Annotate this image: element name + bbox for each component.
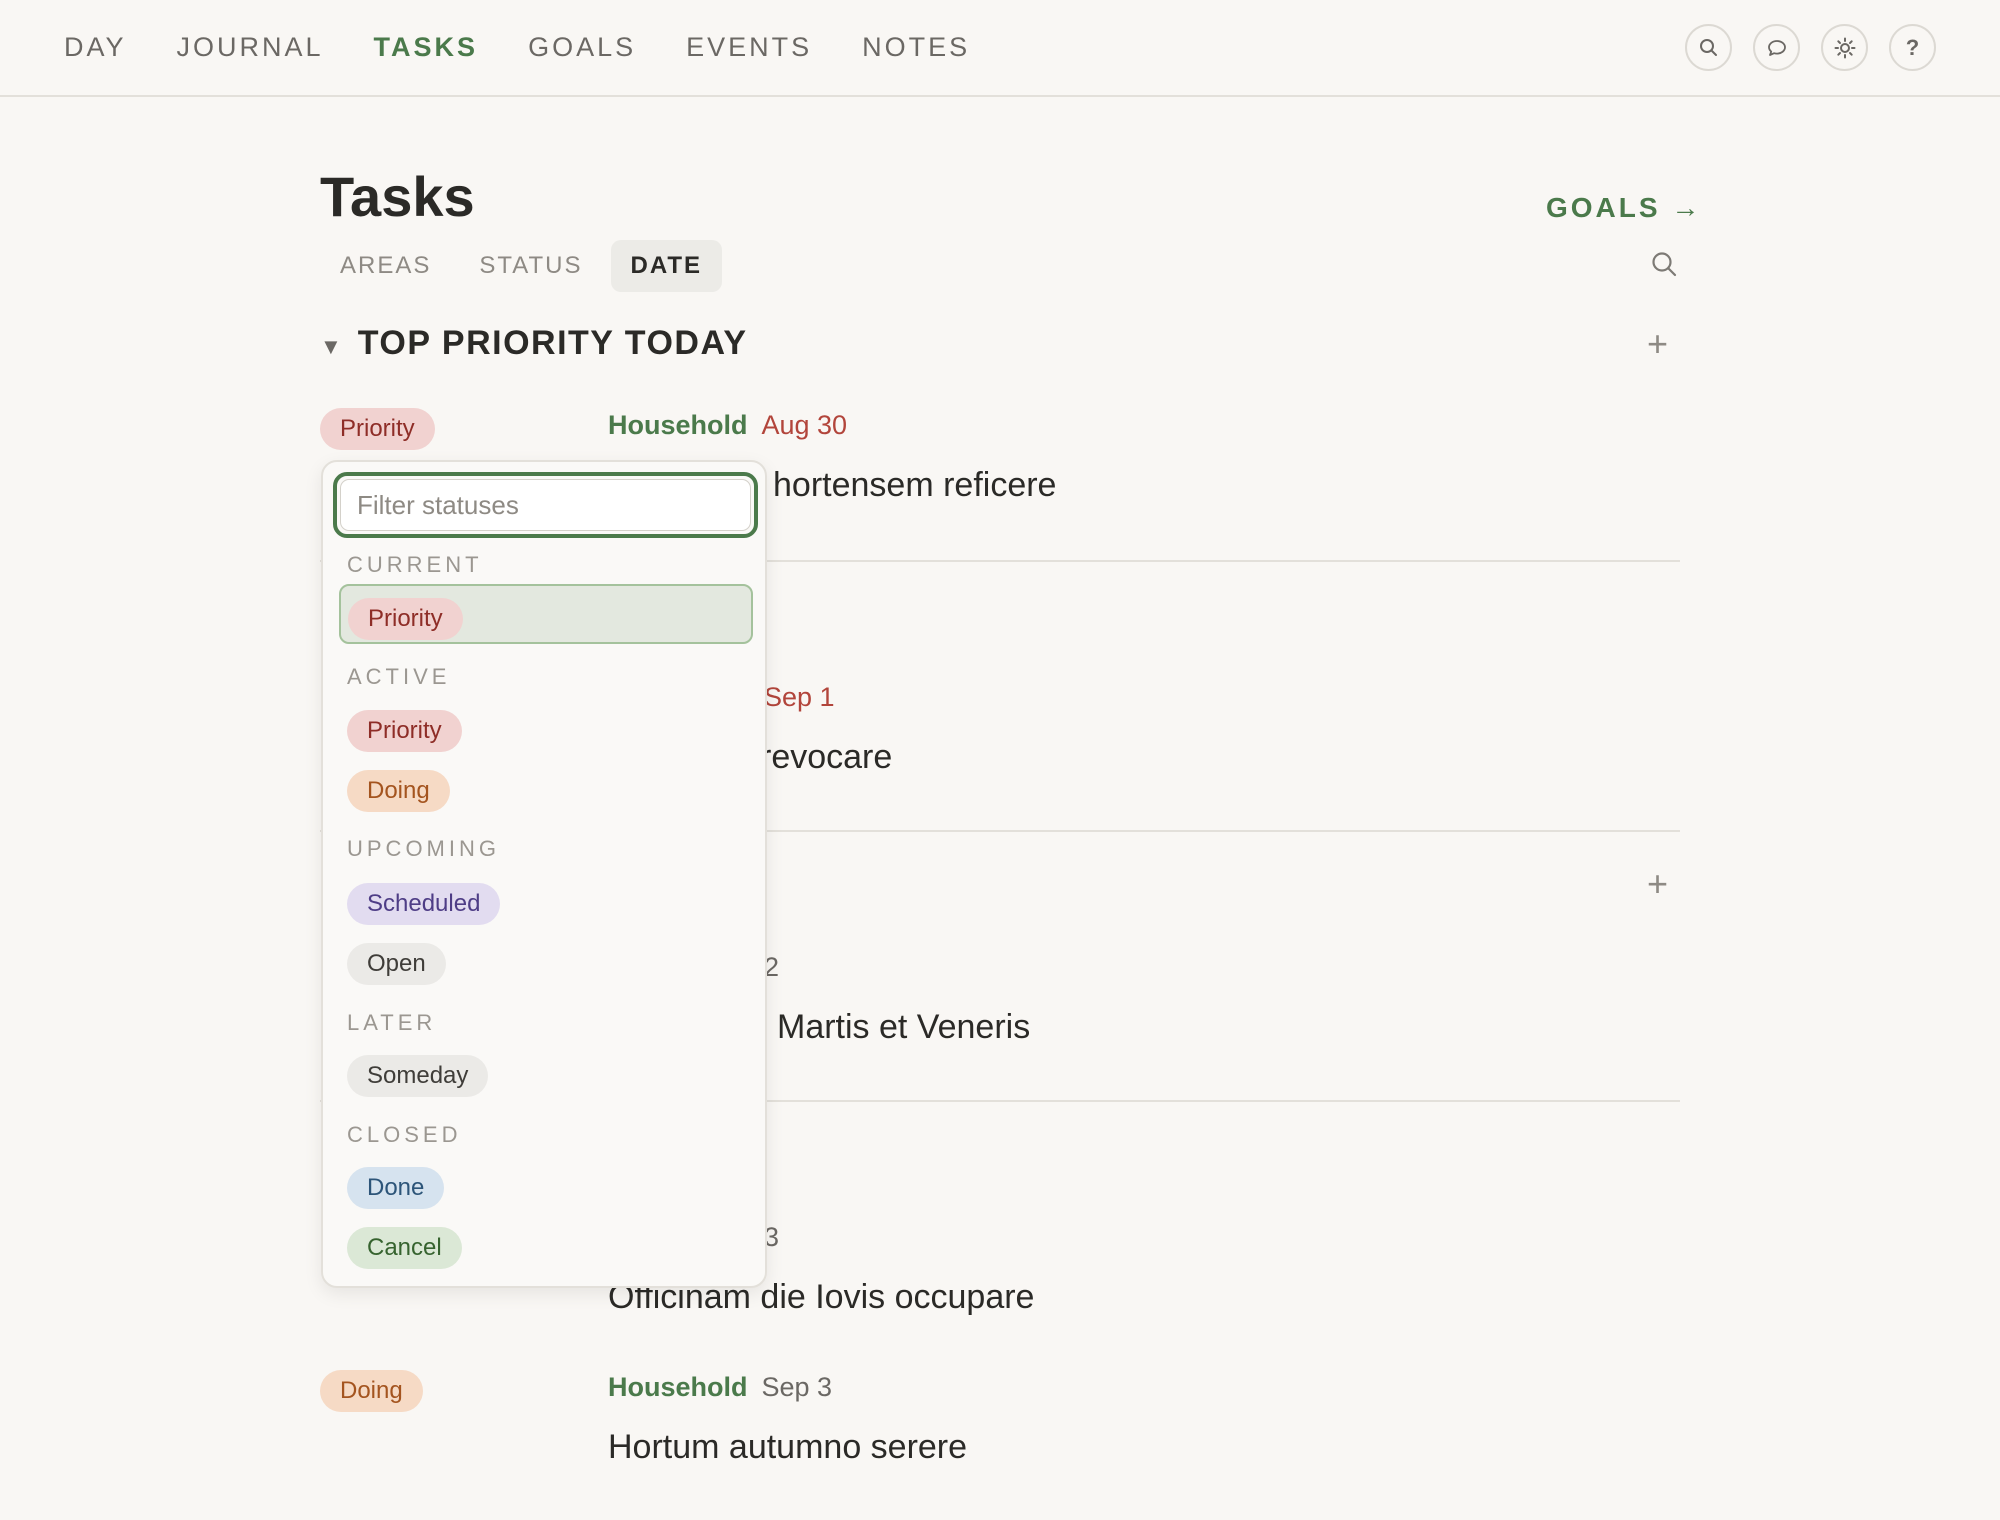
status-option-doing[interactable]: Doing: [347, 770, 450, 812]
nav-link-journal[interactable]: JOURNAL: [177, 32, 324, 63]
section-header[interactable]: ▼ TOP PRIORITY TODAY: [320, 324, 748, 363]
status-option-scheduled[interactable]: Scheduled: [347, 883, 501, 925]
status-option-someday[interactable]: Someday: [347, 1055, 489, 1097]
task-title[interactable]: Hortum autumno serere: [608, 1428, 967, 1467]
add-task-icon[interactable]: +: [1647, 326, 1668, 362]
task-area[interactable]: Household: [608, 410, 748, 440]
task-title[interactable]: revocare: [760, 738, 892, 777]
filter-field: [333, 472, 758, 538]
tab-date[interactable]: DATE: [610, 240, 723, 292]
group-label-closed: CLOSED: [347, 1122, 462, 1147]
nav-link-events[interactable]: EVENTS: [686, 32, 812, 63]
status-option-priority[interactable]: Priority: [348, 598, 463, 640]
task-title[interactable]: hortensem reficere: [773, 466, 1056, 505]
nav-link-tasks[interactable]: TASKS: [374, 32, 479, 63]
nav-links: DAY JOURNAL TASKS GOALS EVENTS NOTES: [64, 32, 1020, 63]
section-title: TOP PRIORITY TODAY: [357, 324, 748, 362]
status-option-current[interactable]: Priority: [339, 584, 753, 644]
status-dropdown: CURRENT Priority ACTIVE Priority Doing U…: [321, 460, 767, 1288]
status-option-done[interactable]: Done: [347, 1167, 445, 1209]
nav-icons: ?: [1685, 24, 1936, 71]
status-option-cancel[interactable]: Cancel: [347, 1227, 462, 1269]
top-nav: DAY JOURNAL TASKS GOALS EVENTS NOTES ?: [0, 0, 2000, 97]
task-date: Sep 1: [764, 682, 835, 712]
task-search-icon[interactable]: [1650, 250, 1678, 278]
view-tabs: AREAS STATUS DATE: [320, 240, 730, 292]
status-badge[interactable]: Priority: [320, 408, 435, 450]
add-task-icon[interactable]: +: [1647, 866, 1668, 902]
nav-link-day[interactable]: DAY: [64, 32, 127, 63]
task-title[interactable]: Martis et Veneris: [777, 1008, 1030, 1047]
tab-areas[interactable]: AREAS: [320, 240, 451, 292]
tab-status[interactable]: STATUS: [459, 240, 602, 292]
group-label-later: LATER: [347, 1010, 437, 1035]
task-area[interactable]: Household: [608, 1372, 748, 1402]
nav-link-notes[interactable]: NOTES: [862, 32, 970, 63]
search-icon[interactable]: [1685, 24, 1732, 71]
page-title: Tasks: [320, 165, 475, 228]
group-label-active: ACTIVE: [347, 664, 451, 689]
filter-statuses-input[interactable]: [340, 479, 751, 531]
chat-icon[interactable]: [1753, 24, 1800, 71]
goals-link[interactable]: GOALS →: [1546, 192, 1702, 224]
group-label-current: CURRENT: [347, 552, 483, 577]
collapse-caret-icon[interactable]: ▼: [320, 334, 342, 360]
task-date: Aug 30: [761, 410, 848, 440]
sun-icon[interactable]: [1821, 24, 1868, 71]
status-badge[interactable]: Doing: [320, 1370, 423, 1412]
nav-link-goals[interactable]: GOALS: [528, 32, 636, 63]
status-option-open[interactable]: Open: [347, 943, 446, 985]
task-date: Sep 3: [761, 1372, 833, 1402]
help-icon[interactable]: ?: [1889, 24, 1936, 71]
group-label-upcoming: UPCOMING: [347, 836, 500, 861]
status-option-priority[interactable]: Priority: [347, 710, 462, 752]
